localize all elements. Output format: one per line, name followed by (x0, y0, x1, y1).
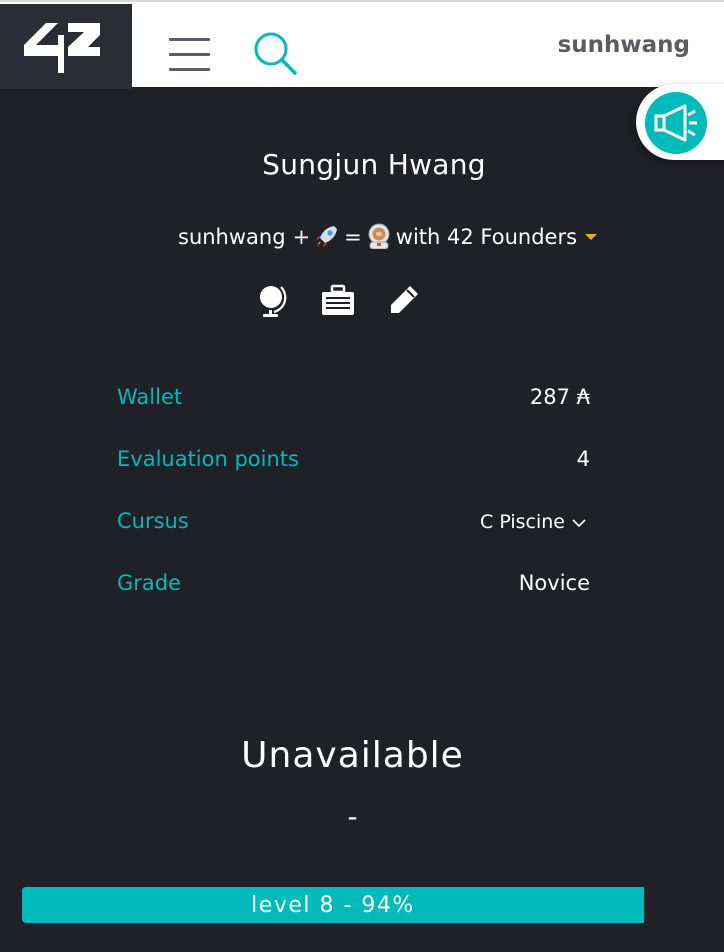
evaluation-points-value: 4 (576, 447, 590, 471)
megaphone-icon (654, 104, 697, 142)
title-dropdown-caret-icon[interactable] (585, 234, 598, 240)
cursus-label: Cursus (117, 509, 189, 533)
level-label: level 8 - 94% (251, 892, 415, 918)
evaluation-points-label: Evaluation points (117, 447, 299, 471)
menu-icon[interactable] (169, 38, 210, 72)
title-suffix: with 42 Founders (395, 225, 578, 249)
title-equals: = (344, 225, 362, 249)
cursus-select[interactable]: C Piscine (480, 511, 586, 533)
search-icon[interactable] (253, 31, 299, 77)
availability-status: Unavailable (241, 735, 464, 776)
astronaut-icon (368, 223, 390, 249)
top-navbar: sunhwang (0, 0, 724, 89)
rocket-icon (316, 226, 338, 247)
briefcase-icon[interactable] (321, 284, 355, 320)
title-login: sunhwang (178, 225, 286, 249)
wallet-label: Wallet (117, 385, 183, 409)
profile-full-name: Sungjun Hwang (262, 148, 486, 181)
user-menu[interactable]: sunhwang (558, 32, 690, 58)
logo-42-icon (24, 23, 100, 73)
chevron-down-icon (572, 518, 586, 527)
title-plus: + (292, 225, 311, 249)
edit-pencil-icon[interactable] (388, 284, 420, 320)
globe-icon[interactable] (257, 283, 289, 321)
profile-title: sunhwang + = with 42 Founders (178, 223, 598, 250)
availability-location: - (347, 800, 358, 833)
wallet-value: 287 ₳ (529, 385, 590, 409)
level-progress-bar: level 8 - 94% (22, 887, 644, 923)
cursus-value: C Piscine (480, 511, 565, 533)
grade-label: Grade (117, 571, 182, 595)
logo-42[interactable] (0, 4, 132, 89)
grade-value: Novice (518, 571, 590, 595)
